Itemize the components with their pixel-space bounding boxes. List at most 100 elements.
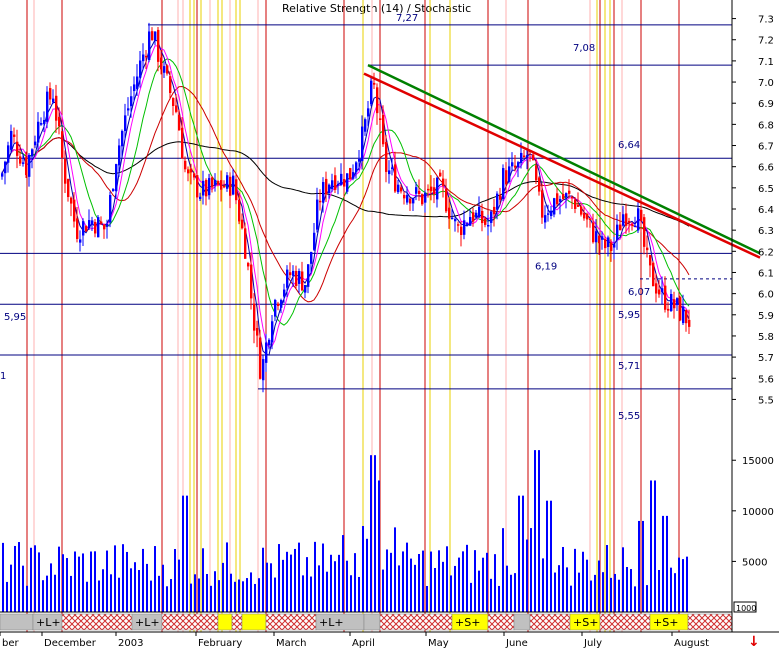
price-bar <box>628 220 631 223</box>
volume-bar <box>154 546 156 612</box>
x-tick-label: April <box>352 638 375 649</box>
volume-bar <box>202 548 204 612</box>
volume-bar <box>218 580 220 612</box>
volume-bar <box>166 586 168 612</box>
price-bar <box>307 264 310 287</box>
price-bar <box>403 194 406 199</box>
volume-tick-label: 15000 <box>742 456 774 467</box>
price-tick-label: 6.6 <box>758 163 774 174</box>
price-bar <box>94 221 97 234</box>
signal-label: +S+ <box>653 616 678 629</box>
price-bar <box>436 177 439 200</box>
price-tick-label: 5.7 <box>758 353 774 364</box>
volume-bar <box>42 580 44 612</box>
price-bar <box>109 195 112 223</box>
volume-bar <box>358 576 360 612</box>
volume-bars <box>2 450 688 612</box>
price-bar <box>337 183 340 186</box>
signal-label: +S+ <box>573 616 598 629</box>
volume-bar <box>294 548 296 612</box>
volume-bar <box>654 480 656 612</box>
volume-bar <box>6 581 8 612</box>
volume-bar <box>370 455 372 612</box>
price-bar <box>622 214 625 226</box>
volume-bar <box>150 580 152 612</box>
price-bar <box>679 297 682 321</box>
volume-bar <box>310 576 312 612</box>
price-bar <box>670 294 673 311</box>
price-bar <box>151 31 154 41</box>
price-bar <box>322 182 325 203</box>
moving-average-magenta <box>1 45 690 349</box>
volume-bar <box>330 554 332 612</box>
price-bar <box>667 308 670 311</box>
volume-bar <box>686 556 688 612</box>
volume-bar <box>206 573 208 612</box>
price-tick-label: 6.4 <box>758 205 774 216</box>
volume-bar <box>578 572 580 612</box>
price-bar <box>253 303 256 331</box>
price-bar <box>466 223 469 225</box>
price-bars <box>1 22 691 393</box>
volume-bar <box>642 520 644 612</box>
volume-bar <box>182 495 184 612</box>
volume-bar <box>234 581 236 612</box>
volume-bar <box>534 450 536 612</box>
price-bar <box>40 123 43 125</box>
volume-bar <box>662 515 664 612</box>
price-tick-label: 6.5 <box>758 184 774 195</box>
volume-bar <box>442 561 444 612</box>
price-bar <box>421 194 424 205</box>
price-bar <box>82 221 85 236</box>
volume-bar <box>138 570 140 612</box>
volume-bar <box>626 567 628 612</box>
price-bar <box>340 173 343 185</box>
price-bar <box>379 118 382 120</box>
volume-bar <box>478 570 480 612</box>
volume-bar <box>26 585 28 612</box>
volume-bar <box>386 549 388 612</box>
price-bar <box>451 217 454 220</box>
price-bar <box>616 224 619 241</box>
price-bar <box>574 199 577 209</box>
volume-bar <box>146 563 148 612</box>
volume-bar <box>22 565 24 612</box>
price-bar <box>391 167 394 169</box>
price-tick-label: 6.1 <box>758 268 774 279</box>
volume-bar <box>414 564 416 612</box>
volume-bar <box>434 567 436 612</box>
signal-segment <box>487 613 515 631</box>
price-bar <box>400 187 403 192</box>
volume-bar <box>658 569 660 612</box>
price-bar <box>190 168 193 173</box>
moving-average-fast <box>1 39 690 356</box>
volume-bar <box>614 573 616 612</box>
price-bar <box>244 228 247 259</box>
price-bar <box>493 206 496 215</box>
volume-bar <box>98 580 100 612</box>
volume-bar <box>298 542 300 612</box>
signal-segment <box>265 613 317 631</box>
x-tick-label: July <box>583 638 602 649</box>
volume-bar <box>194 574 196 612</box>
volume-bar <box>130 568 132 612</box>
price-tick-label: 7.1 <box>758 57 774 68</box>
volume-bar <box>610 577 612 612</box>
price-bar <box>127 108 130 111</box>
price-bar <box>571 196 574 199</box>
volume-bar <box>430 551 432 612</box>
price-bar <box>370 80 373 105</box>
volume-bar <box>454 565 456 612</box>
volume-bar <box>86 581 88 612</box>
price-tick-label: 5.8 <box>758 332 774 343</box>
x-tick-label: August <box>674 638 709 649</box>
volume-bar <box>678 557 680 612</box>
price-bar <box>478 206 481 218</box>
price-bar <box>58 116 61 127</box>
signal-segment <box>61 613 133 631</box>
left-edge-label: 5,95 <box>4 312 26 323</box>
price-bar <box>514 165 517 168</box>
level-label: 6,19 <box>535 261 557 272</box>
price-bar <box>535 165 538 181</box>
volume-bar <box>246 578 248 612</box>
